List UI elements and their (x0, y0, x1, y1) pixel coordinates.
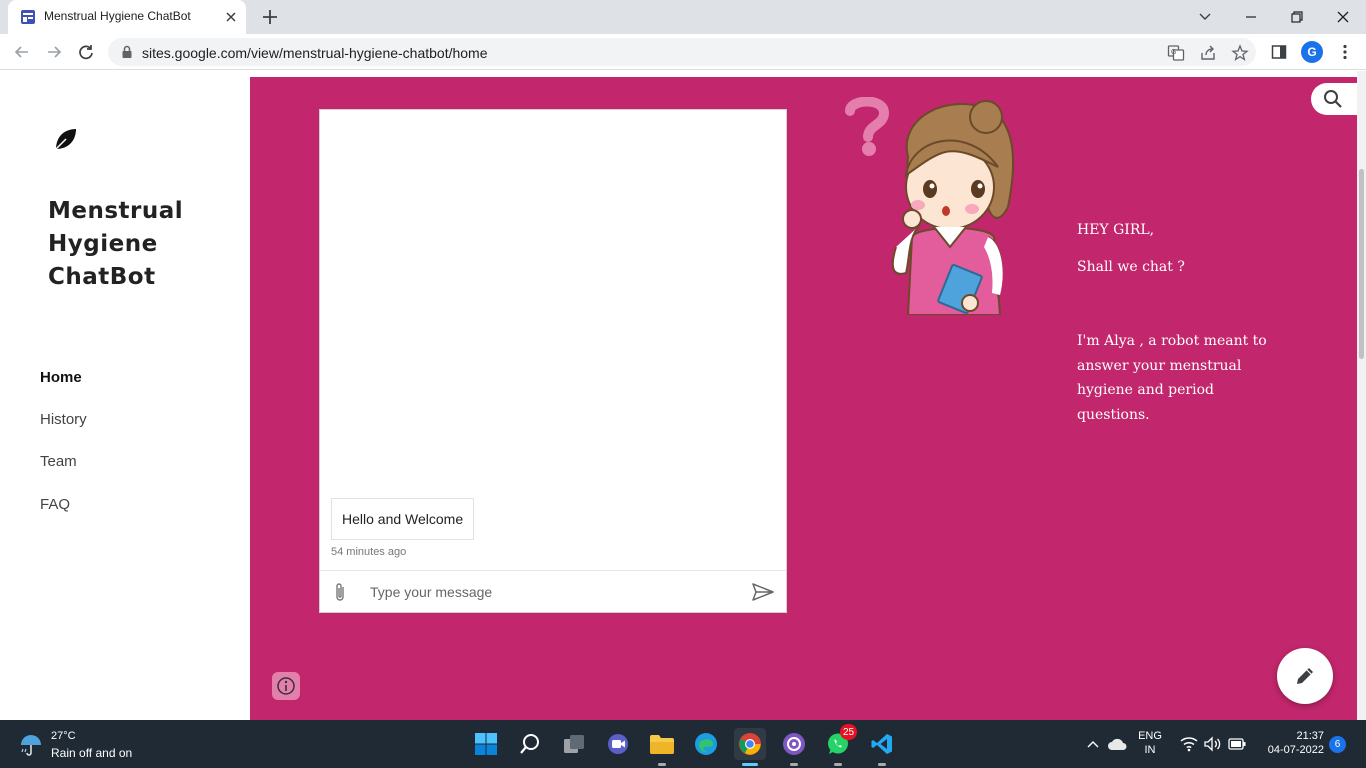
close-icon[interactable] (222, 8, 240, 26)
task-view-icon (564, 735, 584, 753)
leaf-logo-icon[interactable] (52, 125, 80, 153)
nav-item-team[interactable]: Team (40, 453, 77, 470)
rain-umbrella-icon[interactable] (18, 732, 44, 758)
info-icon (277, 677, 295, 695)
edit-page-button[interactable] (1277, 648, 1333, 704)
running-indicator (878, 763, 886, 766)
clock[interactable]: 21:37 04-07-2022 (1254, 730, 1324, 756)
volume-icon[interactable] (1204, 736, 1222, 752)
profile-avatar[interactable]: G (1301, 41, 1323, 63)
message-timestamp: 54 minutes ago (331, 546, 407, 558)
search-icon (1324, 90, 1342, 108)
google-sites-icon (21, 10, 35, 24)
vscode-button[interactable] (866, 728, 898, 766)
reload-icon[interactable] (74, 40, 98, 64)
battery-icon[interactable] (1228, 737, 1246, 751)
thinking-girl-illustration (845, 97, 1015, 315)
edge-browser-button[interactable] (690, 728, 722, 760)
forward-icon[interactable] (42, 40, 66, 64)
web-page: Menstrual Hygiene ChatBot Home History T… (0, 71, 1366, 720)
chat-camera-icon (608, 734, 628, 754)
translate-icon[interactable]: G (1167, 44, 1185, 62)
start-button[interactable] (470, 728, 502, 760)
pencil-icon (1297, 668, 1313, 684)
running-indicator (834, 763, 842, 766)
language-code: ENG (1138, 730, 1162, 742)
chat-widget: Hello and Welcome 54 minutes ago (319, 109, 787, 613)
back-icon[interactable] (10, 40, 34, 64)
teams-chat-button[interactable] (602, 728, 634, 760)
send-icon[interactable] (751, 581, 775, 603)
clock-time: 21:37 (1296, 730, 1324, 742)
github-desktop-button[interactable] (778, 728, 810, 766)
side-panel-icon[interactable] (1269, 42, 1289, 62)
chevron-up-icon[interactable] (1086, 738, 1100, 750)
site-info-button[interactable] (272, 672, 300, 700)
page-scrollbar-thumb[interactable] (1359, 169, 1364, 359)
site-sidebar: Menstrual Hygiene ChatBot Home History T… (0, 71, 250, 720)
onedrive-cloud-icon[interactable] (1107, 737, 1127, 751)
weather-description[interactable]: Rain off and on (51, 746, 132, 760)
notification-count-badge[interactable]: 6 (1329, 736, 1346, 753)
svg-text:G: G (1171, 49, 1176, 56)
chat-message-bubble: Hello and Welcome (331, 498, 475, 540)
intro-text: I'm Alya , a robot meant to answer your … (1077, 333, 1267, 423)
folder-icon (650, 735, 674, 754)
language-indicator[interactable]: ENG IN (1134, 730, 1166, 756)
bookmark-star-icon[interactable] (1231, 44, 1249, 62)
vscode-icon (871, 734, 892, 754)
window-close-icon[interactable] (1320, 0, 1366, 34)
edge-icon (695, 733, 717, 755)
active-app-indicator (742, 763, 758, 766)
new-tab-icon[interactable] (260, 7, 280, 27)
address-bar[interactable]: sites.google.com/view/menstrual-hygiene-… (108, 38, 1256, 66)
minimize-icon[interactable] (1228, 0, 1274, 34)
site-title[interactable]: Menstrual Hygiene ChatBot (48, 195, 238, 294)
message-input[interactable] (370, 581, 740, 603)
share-icon[interactable] (1199, 44, 1217, 62)
chat-input-row (320, 570, 786, 612)
region-code: IN (1144, 744, 1156, 756)
menu-kebab-icon[interactable] (1335, 42, 1355, 62)
url-text[interactable]: sites.google.com/view/menstrual-hygiene-… (142, 45, 488, 61)
chrome-browser-button[interactable] (734, 728, 766, 766)
chrome-icon (739, 733, 761, 755)
tab-title: Menstrual Hygiene ChatBot (44, 9, 191, 23)
lock-icon[interactable] (120, 45, 134, 59)
browser-tab[interactable]: Menstrual Hygiene ChatBot (8, 0, 246, 34)
github-icon (783, 733, 805, 755)
weather-temperature[interactable]: 27°C (51, 730, 76, 742)
greeting-heading: HEY GIRL, (1077, 222, 1155, 238)
unread-badge: 25 (840, 724, 858, 740)
taskbar-search-button[interactable] (514, 728, 546, 760)
file-explorer-button[interactable] (646, 728, 678, 766)
paperclip-icon[interactable] (330, 581, 350, 603)
running-indicator (790, 763, 798, 766)
restore-icon[interactable] (1274, 0, 1320, 34)
nav-item-home[interactable]: Home (40, 369, 82, 386)
running-indicator (658, 763, 666, 766)
search-icon (520, 734, 539, 754)
greeting-subheading: Shall we chat ? (1077, 259, 1185, 275)
tab-search-icon[interactable] (1182, 0, 1228, 34)
windows-taskbar: 27°C Rain off and on 25 ENG IN 21:37 04-… (0, 720, 1366, 768)
tab-strip: Menstrual Hygiene ChatBot (0, 0, 1366, 34)
clock-date: 04-07-2022 (1267, 744, 1324, 756)
nav-item-faq[interactable]: FAQ (40, 496, 70, 513)
wifi-icon[interactable] (1180, 736, 1198, 752)
nav-item-history[interactable]: History (40, 411, 87, 428)
whatsapp-button[interactable]: 25 (822, 724, 858, 766)
browser-toolbar: sites.google.com/view/menstrual-hygiene-… (0, 34, 1366, 70)
windows-logo-icon (475, 733, 497, 755)
task-view-button[interactable] (558, 728, 590, 760)
